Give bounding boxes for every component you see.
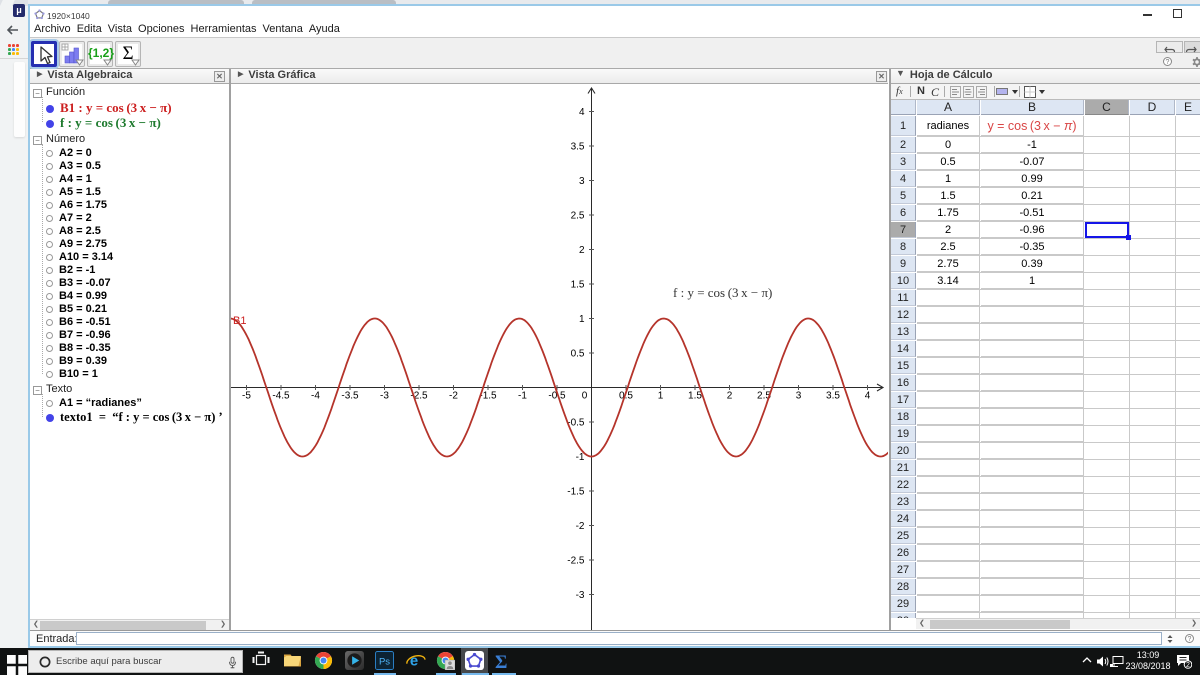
svg-text:-4: -4 (311, 391, 320, 402)
svg-text:3: 3 (796, 391, 802, 402)
svg-text:e: e (410, 653, 418, 670)
svg-text:2: 2 (727, 391, 733, 402)
svg-text:1: 1 (658, 391, 664, 402)
svg-text:2: 2 (579, 245, 585, 256)
svg-text:B1: B1 (233, 315, 246, 327)
svg-text:0: 0 (582, 391, 588, 402)
svg-text:1: 1 (579, 314, 585, 325)
svg-text:4: 4 (865, 391, 871, 402)
svg-text:2.5: 2.5 (571, 211, 585, 222)
svg-text:3.5: 3.5 (826, 391, 840, 402)
svg-text:-2: -2 (449, 391, 458, 402)
svg-text:3.5: 3.5 (571, 142, 585, 153)
svg-text:0.5: 0.5 (571, 349, 585, 360)
svg-text:f : y = cos (3 x − π): f : y = cos (3 x − π) (673, 285, 772, 300)
svg-text:1.5: 1.5 (688, 391, 702, 402)
svg-text:4: 4 (579, 107, 585, 118)
svg-text:-1: -1 (518, 391, 527, 402)
svg-text:Ps: Ps (379, 656, 390, 667)
svg-text:-3: -3 (576, 590, 585, 601)
svg-text:3: 3 (579, 176, 585, 187)
svg-text:-3: -3 (380, 391, 389, 402)
svg-text:-4.5: -4.5 (272, 391, 290, 402)
svg-text:-2: -2 (576, 521, 585, 532)
svg-text:-3.5: -3.5 (341, 391, 359, 402)
svg-text:-1.5: -1.5 (567, 487, 585, 498)
svg-text:1.5: 1.5 (571, 280, 585, 291)
svg-text:-2.5: -2.5 (567, 556, 585, 567)
svg-text:-5: -5 (242, 391, 251, 402)
svg-text:2: 2 (1186, 662, 1190, 669)
svg-text:Σ: Σ (495, 652, 507, 670)
